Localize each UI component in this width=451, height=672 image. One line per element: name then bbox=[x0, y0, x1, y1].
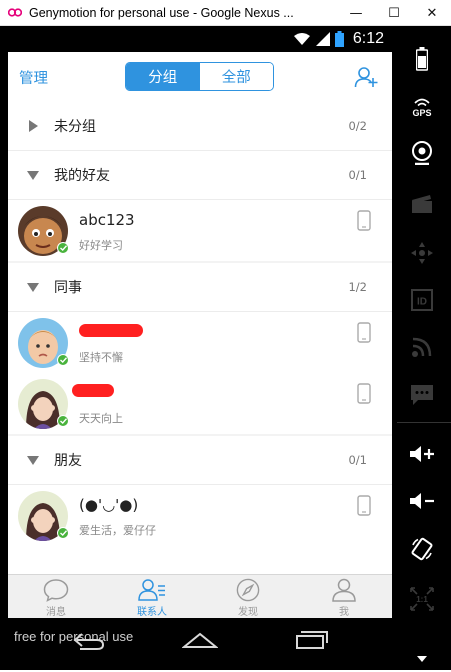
expanded-arrow-icon bbox=[24, 455, 42, 465]
collapsed-arrow-icon bbox=[24, 120, 42, 132]
dpad-icon[interactable] bbox=[409, 240, 435, 266]
contact-row[interactable]: 坚持不懈 bbox=[8, 312, 392, 373]
online-badge-icon bbox=[57, 415, 69, 427]
contact-signature: 天天向上 bbox=[79, 412, 123, 425]
contacts-icon bbox=[138, 579, 165, 601]
group-count: 0/1 bbox=[348, 453, 367, 467]
rotate-icon[interactable] bbox=[409, 536, 435, 562]
contact-signature: 爱生活，爱仔仔 bbox=[79, 524, 156, 537]
genymotion-logo-icon bbox=[8, 8, 22, 18]
group-name: 我的好友 bbox=[54, 168, 110, 184]
battery-status-icon bbox=[334, 31, 344, 47]
group-header-ungrouped[interactable]: 未分组 0/2 bbox=[8, 102, 392, 151]
group-header-friends[interactable]: 朋友 0/1 bbox=[8, 436, 392, 485]
contact-name: (●'◡'●) bbox=[79, 496, 139, 514]
compass-icon bbox=[236, 578, 260, 602]
tab-label: 联系人 bbox=[137, 607, 167, 618]
redaction-mark bbox=[79, 324, 143, 337]
contact-list[interactable]: 未分组 0/2 我的好友 0/1 abc123 好好学习 同事 1/2 坚持不懈… bbox=[8, 102, 392, 574]
online-badge-icon bbox=[57, 527, 69, 539]
home-icon[interactable] bbox=[182, 631, 218, 649]
maximize-button[interactable]: ☐ bbox=[375, 0, 413, 26]
group-name: 同事 bbox=[54, 280, 82, 296]
contact-row[interactable]: (●'◡'●) 爱生活，爱仔仔 bbox=[8, 485, 392, 546]
phone-device-icon bbox=[357, 322, 371, 343]
recents-icon[interactable] bbox=[295, 630, 329, 650]
status-bar: 6:12 bbox=[8, 26, 392, 52]
phone-device-icon bbox=[357, 495, 371, 516]
chat-bubble-icon bbox=[43, 579, 69, 602]
segmented-control: 分组 全部 bbox=[125, 62, 274, 91]
tab-label: 发现 bbox=[238, 607, 258, 618]
contact-row[interactable]: 天天向上 bbox=[8, 373, 392, 434]
tab-label: 我 bbox=[339, 607, 349, 618]
scale-icon[interactable]: 1:1 bbox=[409, 586, 435, 612]
tab-groups[interactable]: 分组 bbox=[126, 63, 200, 90]
group-count: 0/1 bbox=[348, 168, 367, 182]
gps-label: GPS bbox=[412, 108, 431, 118]
manage-button[interactable]: 管理 bbox=[19, 67, 48, 88]
online-badge-icon bbox=[57, 354, 69, 366]
tab-label: 消息 bbox=[46, 607, 66, 618]
add-friend-icon[interactable] bbox=[354, 66, 380, 88]
expanded-arrow-icon bbox=[24, 282, 42, 292]
scroll-down-icon[interactable] bbox=[409, 646, 435, 672]
id-label: ID bbox=[417, 297, 427, 308]
contact-signature: 好好学习 bbox=[79, 239, 123, 252]
tab-me[interactable]: 我 bbox=[296, 575, 392, 618]
volume-up-icon[interactable] bbox=[409, 441, 435, 467]
group-header-colleagues[interactable]: 同事 1/2 bbox=[8, 263, 392, 312]
group-count: 0/2 bbox=[348, 119, 367, 133]
clapper-icon[interactable] bbox=[409, 191, 435, 217]
phone-device-icon bbox=[357, 210, 371, 231]
battery-icon[interactable] bbox=[409, 46, 435, 72]
redaction-mark bbox=[72, 384, 114, 397]
window-title: Genymotion for personal use - Google Nex… bbox=[29, 5, 294, 20]
app-header: 管理 分组 全部 bbox=[8, 52, 392, 102]
contact-row[interactable]: abc123 好好学习 bbox=[8, 200, 392, 261]
back-icon[interactable] bbox=[70, 628, 106, 650]
group-header-my-friends[interactable]: 我的好友 0/1 bbox=[8, 151, 392, 200]
id-icon[interactable]: ID bbox=[409, 287, 435, 313]
status-time: 6:12 bbox=[352, 30, 384, 47]
tab-discover[interactable]: 发现 bbox=[200, 575, 296, 618]
scale-label: 1:1 bbox=[416, 595, 428, 604]
tab-messages[interactable]: 消息 bbox=[8, 575, 104, 618]
contact-signature: 坚持不懈 bbox=[79, 351, 123, 364]
phone-device-icon bbox=[357, 383, 371, 404]
minimize-button[interactable]: — bbox=[337, 0, 375, 26]
sidebar-divider bbox=[397, 422, 451, 423]
camera-icon[interactable] bbox=[409, 140, 435, 166]
group-name: 未分组 bbox=[54, 119, 96, 135]
window-title-bar: Genymotion for personal use - Google Nex… bbox=[0, 0, 451, 26]
expanded-arrow-icon bbox=[24, 170, 42, 180]
tab-contacts[interactable]: 联系人 bbox=[104, 575, 200, 618]
signal-icon bbox=[315, 32, 330, 46]
phone-screen: 6:12 管理 分组 全部 未分组 0/2 我的好友 0/1 abc123 好好… bbox=[8, 26, 392, 618]
close-button[interactable]: ✕ bbox=[413, 0, 451, 26]
rss-icon[interactable] bbox=[409, 334, 435, 360]
volume-down-icon[interactable] bbox=[409, 488, 435, 514]
tab-all[interactable]: 全部 bbox=[199, 63, 273, 90]
emulator-sidebar: GPS ID 1:1 bbox=[397, 26, 451, 670]
group-count: 1/2 bbox=[348, 280, 367, 294]
online-badge-icon bbox=[57, 242, 69, 254]
person-icon bbox=[332, 578, 356, 602]
sms-icon[interactable] bbox=[409, 382, 435, 408]
group-name: 朋友 bbox=[54, 453, 82, 469]
gps-icon[interactable]: GPS bbox=[409, 94, 435, 120]
contact-name: abc123 bbox=[79, 211, 135, 229]
wifi-icon bbox=[293, 33, 310, 45]
bottom-tab-bar: 消息 联系人 发现 我 bbox=[8, 574, 392, 618]
